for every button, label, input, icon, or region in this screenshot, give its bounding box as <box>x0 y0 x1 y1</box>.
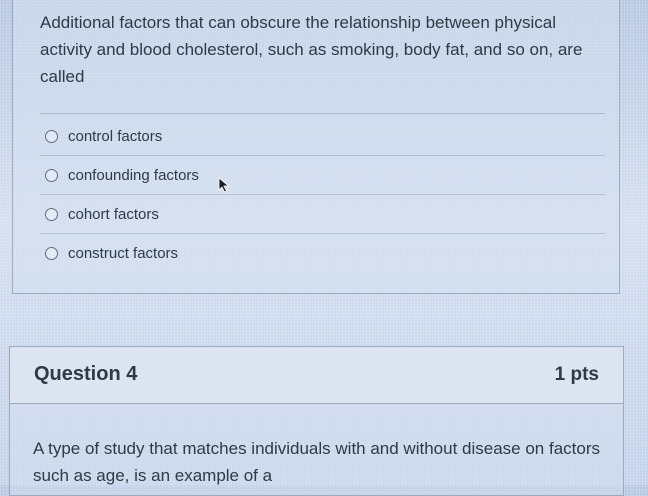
mouse-pointer-icon <box>218 177 230 193</box>
question-title: Question 4 <box>34 363 138 385</box>
answer-label: construct factors <box>68 245 179 262</box>
question-4-text: A type of study that matches individuals… <box>33 439 600 485</box>
question-4-header: Question 4 1 pts <box>10 347 623 404</box>
radio-button[interactable] <box>45 168 58 182</box>
answer-option-construct-factors[interactable]: construct factors <box>40 234 605 273</box>
answer-option-confounding-factors[interactable]: confounding factors <box>40 156 605 195</box>
question-4-card: Question 4 1 pts A type of study that ma… <box>9 346 624 496</box>
radio-button[interactable] <box>45 207 58 221</box>
answer-option-control-factors[interactable]: control factors <box>40 117 605 156</box>
answer-option-cohort-factors[interactable]: cohort factors <box>40 195 605 234</box>
question-divider <box>40 113 605 114</box>
answer-label: cohort factors <box>68 205 159 223</box>
question-points: 1 pts <box>554 364 599 385</box>
answer-label: control factors <box>68 127 163 145</box>
radio-button[interactable] <box>45 129 58 143</box>
answer-label: confounding factors <box>68 166 199 184</box>
answer-list: control factors confounding factors coho… <box>40 117 605 273</box>
radio-button[interactable] <box>45 247 58 260</box>
question-3-text: Additional factors that can obscure the … <box>40 13 583 86</box>
question-3-card: Additional factors that can obscure the … <box>12 0 620 294</box>
